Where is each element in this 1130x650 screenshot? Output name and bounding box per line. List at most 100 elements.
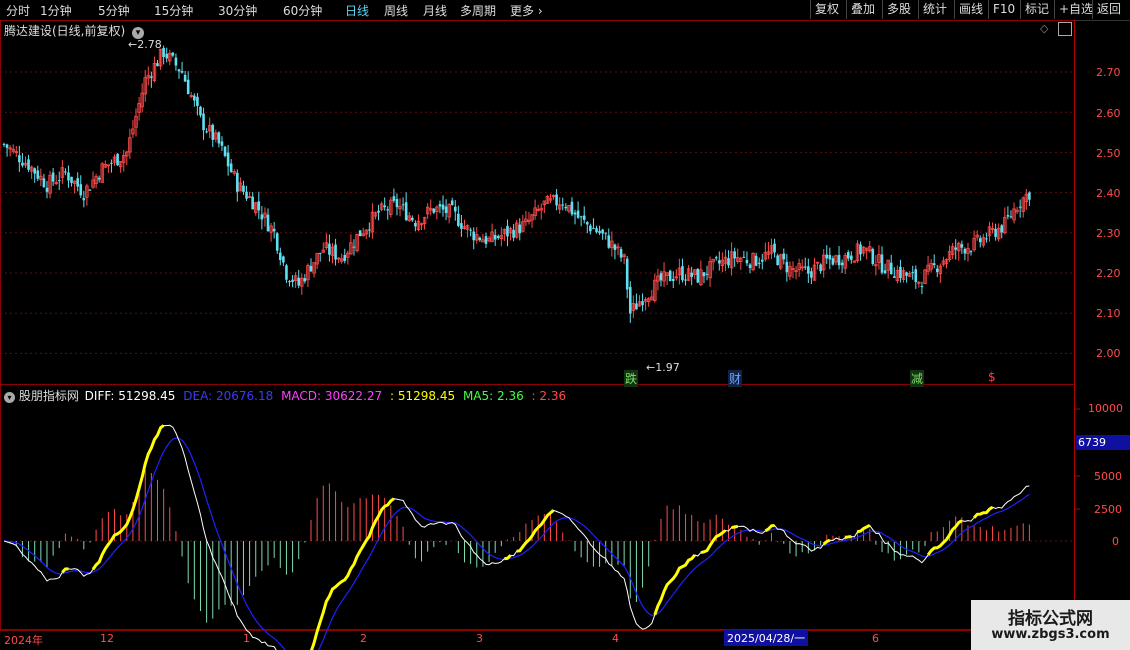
candle-body (690, 272, 693, 277)
candle-body (392, 196, 396, 201)
candle-body (810, 271, 813, 278)
candle-body (681, 266, 684, 281)
candle-body (220, 141, 224, 146)
candle-body (1000, 225, 1004, 233)
cursor-date: 2025/04/28/一 (724, 630, 809, 646)
candle-body (444, 206, 448, 214)
candle-body (727, 258, 730, 266)
candle-body (457, 213, 460, 226)
candle-body (994, 228, 997, 237)
high-price-label: ←2.78 (128, 38, 162, 51)
diff-highlight (844, 535, 852, 540)
candle-body (199, 106, 202, 116)
candle-body (180, 70, 184, 73)
candle-body (18, 155, 21, 163)
candle-body (45, 187, 49, 192)
indicator-tick: 0 (1112, 535, 1119, 548)
event-marker-dollar[interactable]: $ (988, 370, 996, 384)
candle-body (460, 223, 463, 229)
candle-body (883, 270, 887, 274)
candle-body (303, 278, 307, 282)
candle-body (748, 264, 752, 268)
indicator-name[interactable]: 股朋指标网 (19, 389, 79, 403)
candle-body (899, 266, 902, 279)
extra-readout: : 51298.45 (390, 389, 455, 403)
candle-body (773, 243, 776, 253)
candle-body (1009, 216, 1013, 218)
arrow-left-icon: ← (646, 361, 656, 374)
candle-body (279, 252, 282, 261)
candle-body (782, 253, 786, 260)
candle-body (411, 217, 414, 221)
candle-body (217, 132, 221, 144)
candle-body (162, 47, 165, 57)
candle-body (1006, 215, 1010, 217)
event-marker-finance[interactable]: 财 (728, 370, 743, 387)
kline-chart[interactable] (0, 0, 1130, 650)
candle-body (177, 69, 181, 72)
candle-body (840, 262, 844, 266)
candle-body (236, 172, 239, 192)
ma5-label: MA5: (462, 389, 497, 403)
candle-body (932, 263, 936, 266)
gear-icon[interactable]: ▾ (4, 392, 15, 403)
event-marker-drop[interactable]: 跌 (624, 370, 639, 387)
candle-body (386, 209, 390, 211)
indicator-legend: ▾ 股朋指标网 DIFF: 51298.45 DEA: 20676.18 MAC… (4, 387, 566, 404)
candle-body (819, 264, 822, 272)
candle-body (205, 131, 208, 133)
price-tick: 2.30 (1096, 227, 1121, 240)
candle-body (70, 176, 73, 183)
diff-highlight (822, 538, 831, 546)
candle-body (589, 225, 592, 232)
extra2-readout: : 2.36 (532, 389, 567, 403)
candle-body (67, 172, 70, 181)
candle-body (57, 180, 61, 182)
candle-body (871, 249, 875, 265)
candle-body (911, 272, 915, 274)
candle-body (573, 212, 577, 215)
candle-body (969, 251, 973, 253)
candle-body (613, 244, 617, 251)
window-toggle-icon[interactable] (1058, 22, 1072, 36)
candle-body (880, 254, 884, 273)
candle-body (328, 243, 331, 255)
candle-body (564, 206, 568, 209)
diamond-icon[interactable]: ◇ (1040, 22, 1048, 35)
candle-body (368, 229, 371, 231)
main-panel-border (0, 20, 1075, 385)
candle-body (696, 269, 700, 283)
price-tick: 2.20 (1096, 267, 1121, 280)
candle-body (297, 277, 301, 286)
candle-body (659, 273, 663, 281)
candle-body (705, 273, 709, 275)
event-marker-reduce[interactable]: 减 (910, 370, 925, 387)
candle-body (859, 244, 862, 255)
candle-body (453, 206, 457, 212)
price-tick: 2.70 (1096, 66, 1121, 79)
candle-body (985, 238, 988, 240)
candle-body (414, 222, 417, 227)
candle-body (625, 258, 629, 290)
candle-body (116, 153, 119, 166)
dea-readout: DEA: 20676.18 (183, 389, 273, 403)
stock-title[interactable]: 腾达建设(日线,前复权) ▾ (4, 22, 145, 39)
candle-body (920, 286, 924, 288)
candle-body (76, 178, 79, 187)
candle-body (493, 234, 497, 240)
candle-body (889, 262, 893, 275)
candle-body (831, 258, 835, 265)
candle-body (978, 238, 982, 243)
price-tick: 2.10 (1096, 307, 1121, 320)
diff-readout: DIFF: 51298.45 (85, 389, 176, 403)
candle-body (266, 214, 270, 232)
price-gridlines (0, 71, 1080, 542)
dea-label: DEA: (183, 389, 216, 403)
extra-label: : (389, 389, 398, 403)
candle-body (828, 254, 832, 260)
date-tick: 12 (100, 632, 114, 645)
candle-body (905, 272, 908, 276)
candle-body (742, 256, 746, 258)
diff-highlight (310, 497, 395, 650)
candle-body (592, 227, 595, 229)
